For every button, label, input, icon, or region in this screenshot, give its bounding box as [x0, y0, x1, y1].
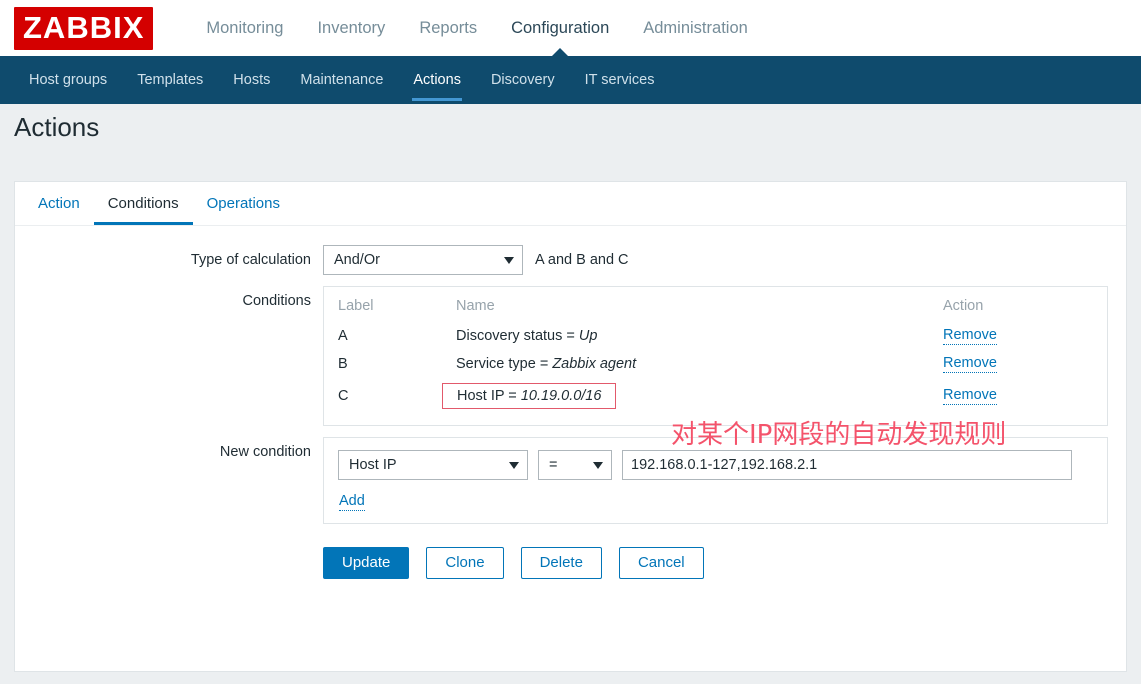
footer-button-bar: Update Clone Delete Cancel: [323, 547, 1126, 579]
table-row: B Service type = Zabbix agent Remove: [338, 350, 1093, 378]
condition-action-cell: Remove: [943, 350, 1093, 378]
topnav-item-configuration[interactable]: Configuration: [494, 0, 626, 57]
condition-name-value: Zabbix agent: [552, 356, 637, 372]
update-button[interactable]: Update: [323, 547, 410, 579]
table-header-row: Label Name Action: [338, 296, 1093, 322]
type-of-calculation-value: And/Or: [334, 252, 380, 268]
condition-label: C: [338, 388, 349, 404]
new-condition-type-value: Host IP: [349, 457, 397, 473]
calculation-formula: A and B and C: [535, 252, 629, 268]
new-condition-operator-select[interactable]: =: [538, 450, 612, 480]
new-condition-operator-value: =: [549, 457, 558, 473]
add-condition-link[interactable]: Add: [339, 493, 365, 511]
remove-condition-link[interactable]: Remove: [943, 327, 997, 345]
header-action: Action: [943, 298, 984, 314]
condition-name-wrap: Discovery status = Up: [456, 328, 597, 344]
topnav-item-administration[interactable]: Administration: [626, 0, 765, 56]
conditions-form: Type of calculation And/Or A and B and C…: [15, 226, 1126, 579]
tab-operations[interactable]: Operations: [193, 182, 294, 225]
chevron-down-icon: [509, 462, 519, 469]
tab-conditions[interactable]: Conditions: [93, 182, 193, 225]
conditions-table: Label Name Action A Discovery status = Up…: [338, 296, 1093, 414]
row-new-condition: New condition Host IP = 192.168.0.1-127,…: [15, 437, 1126, 524]
field-type-of-calculation: And/Or A and B and C: [323, 245, 629, 275]
condition-action-cell: Remove: [943, 322, 1093, 350]
condition-name-prefix: Service type =: [456, 356, 553, 372]
new-condition-block: Host IP = Add: [323, 437, 1108, 524]
row-conditions: Conditions Label Name Action A Discovery…: [15, 286, 1126, 426]
new-condition-value-input[interactable]: [622, 450, 1072, 480]
topnav-item-monitoring[interactable]: Monitoring: [189, 0, 300, 56]
clone-button[interactable]: Clone: [426, 547, 504, 579]
condition-name-prefix: Discovery status =: [456, 328, 579, 344]
top-header: ZABBIX Monitoring Inventory Reports Configu…: [0, 0, 1141, 57]
app-root: ZABBIX Monitoring Inventory Reports Configu…: [0, 0, 1141, 684]
label-type-of-calculation: Type of calculation: [190, 252, 311, 268]
action-edit-card: Action Conditions Operations Type of calcu…: [14, 181, 1127, 672]
delete-button[interactable]: Delete: [520, 547, 602, 579]
field-new-condition: Host IP = Add: [323, 437, 1108, 524]
label-conditions: Conditions: [242, 293, 311, 309]
header-label: Label: [338, 298, 374, 314]
chevron-down-icon: [593, 462, 603, 469]
row-type-of-calculation: Type of calculation And/Or A and B and C: [15, 245, 1126, 275]
subnav-item-hosts[interactable]: Hosts: [218, 56, 285, 104]
remove-condition-link[interactable]: Remove: [943, 387, 997, 405]
table-row: A Discovery status = Up Remove: [338, 322, 1093, 350]
header-name: Name: [456, 298, 495, 314]
chevron-down-icon: [504, 257, 514, 264]
zabbix-logo[interactable]: ZABBIX: [14, 6, 154, 50]
condition-name-cell: Service type = Zabbix agent: [456, 350, 943, 378]
tab-action[interactable]: Action: [24, 182, 94, 225]
subnav-item-actions[interactable]: Actions: [398, 56, 476, 104]
condition-highlight-box: Host IP = 10.19.0.0/16: [442, 383, 617, 409]
table-row: C Host IP = 10.19.0.0/16 Remove: [338, 378, 1093, 414]
topnav-item-reports[interactable]: Reports: [402, 0, 494, 56]
condition-name-wrap: Service type = Zabbix agent: [456, 356, 636, 372]
primary-navigation: Monitoring Inventory Reports Configuration A…: [189, 0, 765, 57]
condition-name-cell: Host IP = 10.19.0.0/16: [442, 378, 943, 414]
new-condition-type-select[interactable]: Host IP: [338, 450, 528, 480]
conditions-block: Label Name Action A Discovery status = Up…: [323, 286, 1108, 426]
new-condition-controls: Host IP =: [338, 450, 1093, 480]
tab-bar: Action Conditions Operations: [15, 182, 1126, 226]
type-of-calculation-select[interactable]: And/Or: [323, 245, 523, 275]
subnav-item-templates[interactable]: Templates: [122, 56, 218, 104]
field-conditions: Label Name Action A Discovery status = Up…: [323, 286, 1108, 426]
condition-name-cell: Discovery status = Up: [456, 322, 943, 350]
condition-label: B: [338, 356, 348, 372]
topnav-item-inventory[interactable]: Inventory: [300, 0, 402, 56]
subnav-item-maintenance[interactable]: Maintenance: [285, 56, 398, 104]
condition-label: A: [338, 328, 348, 344]
condition-name-value: Up: [578, 328, 598, 344]
subnav-item-discovery[interactable]: Discovery: [476, 56, 570, 104]
subnav-item-host-groups[interactable]: Host groups: [14, 56, 122, 104]
condition-name-value: 10.19.0.0/16: [520, 388, 602, 404]
page-title: Actions: [14, 112, 100, 142]
secondary-navigation: Host groups Templates Hosts Maintenance Acti…: [0, 56, 1141, 104]
label-new-condition: New condition: [219, 444, 311, 460]
condition-action-cell: Remove: [943, 378, 1093, 414]
cancel-button[interactable]: Cancel: [618, 547, 704, 579]
subnav-item-it-services[interactable]: IT services: [570, 56, 670, 104]
condition-name-prefix: Host IP =: [457, 388, 521, 404]
remove-condition-link[interactable]: Remove: [943, 355, 997, 373]
